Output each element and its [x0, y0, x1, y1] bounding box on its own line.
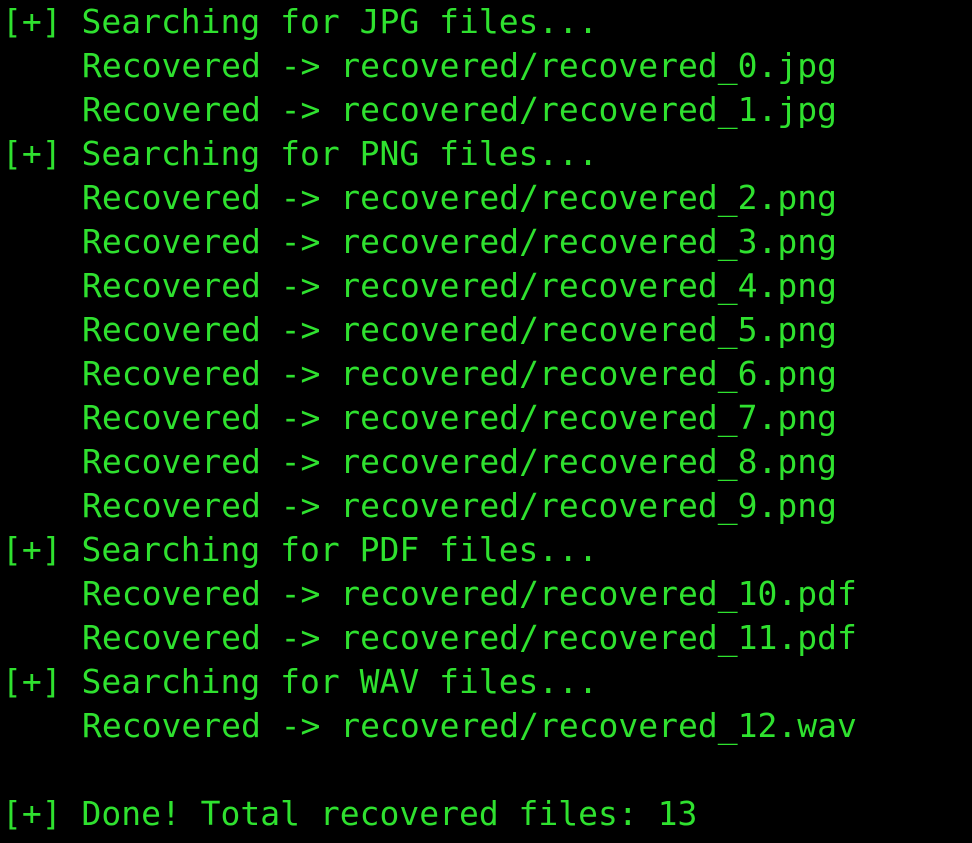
recovered-file-line: Recovered -> recovered/recovered_3.png — [82, 222, 837, 261]
recovered-file-line: Recovered -> recovered/recovered_6.png — [82, 354, 837, 393]
recovered-file-line: Recovered -> recovered/recovered_8.png — [82, 442, 837, 481]
done-summary-line: [+] Done! Total recovered files: 13 — [2, 794, 698, 833]
recovered-file-line: Recovered -> recovered/recovered_11.pdf — [82, 618, 857, 657]
recovered-file-line: Recovered -> recovered/recovered_12.wav — [82, 706, 857, 745]
recovered-file-line: Recovered -> recovered/recovered_2.png — [82, 178, 837, 217]
search-wav-line: [+] Searching for WAV files... — [2, 662, 599, 701]
terminal-window[interactable]: [+] Searching for JPG files... Recovered… — [0, 0, 972, 843]
recovered-file-line: Recovered -> recovered/recovered_7.png — [82, 398, 837, 437]
recovered-file-line: Recovered -> recovered/recovered_4.png — [82, 266, 837, 305]
search-jpg-line: [+] Searching for JPG files... — [2, 2, 599, 41]
recovered-file-line: Recovered -> recovered/recovered_1.jpg — [82, 90, 837, 129]
search-png-line: [+] Searching for PNG files... — [2, 134, 599, 173]
recovered-file-line: Recovered -> recovered/recovered_9.png — [82, 486, 837, 525]
recovered-file-line: Recovered -> recovered/recovered_5.png — [82, 310, 837, 349]
search-pdf-line: [+] Searching for PDF files... — [2, 530, 599, 569]
recovered-file-line: Recovered -> recovered/recovered_0.jpg — [82, 46, 837, 85]
terminal-output: [+] Searching for JPG files... Recovered… — [2, 0, 857, 836]
recovered-file-line: Recovered -> recovered/recovered_10.pdf — [82, 574, 857, 613]
